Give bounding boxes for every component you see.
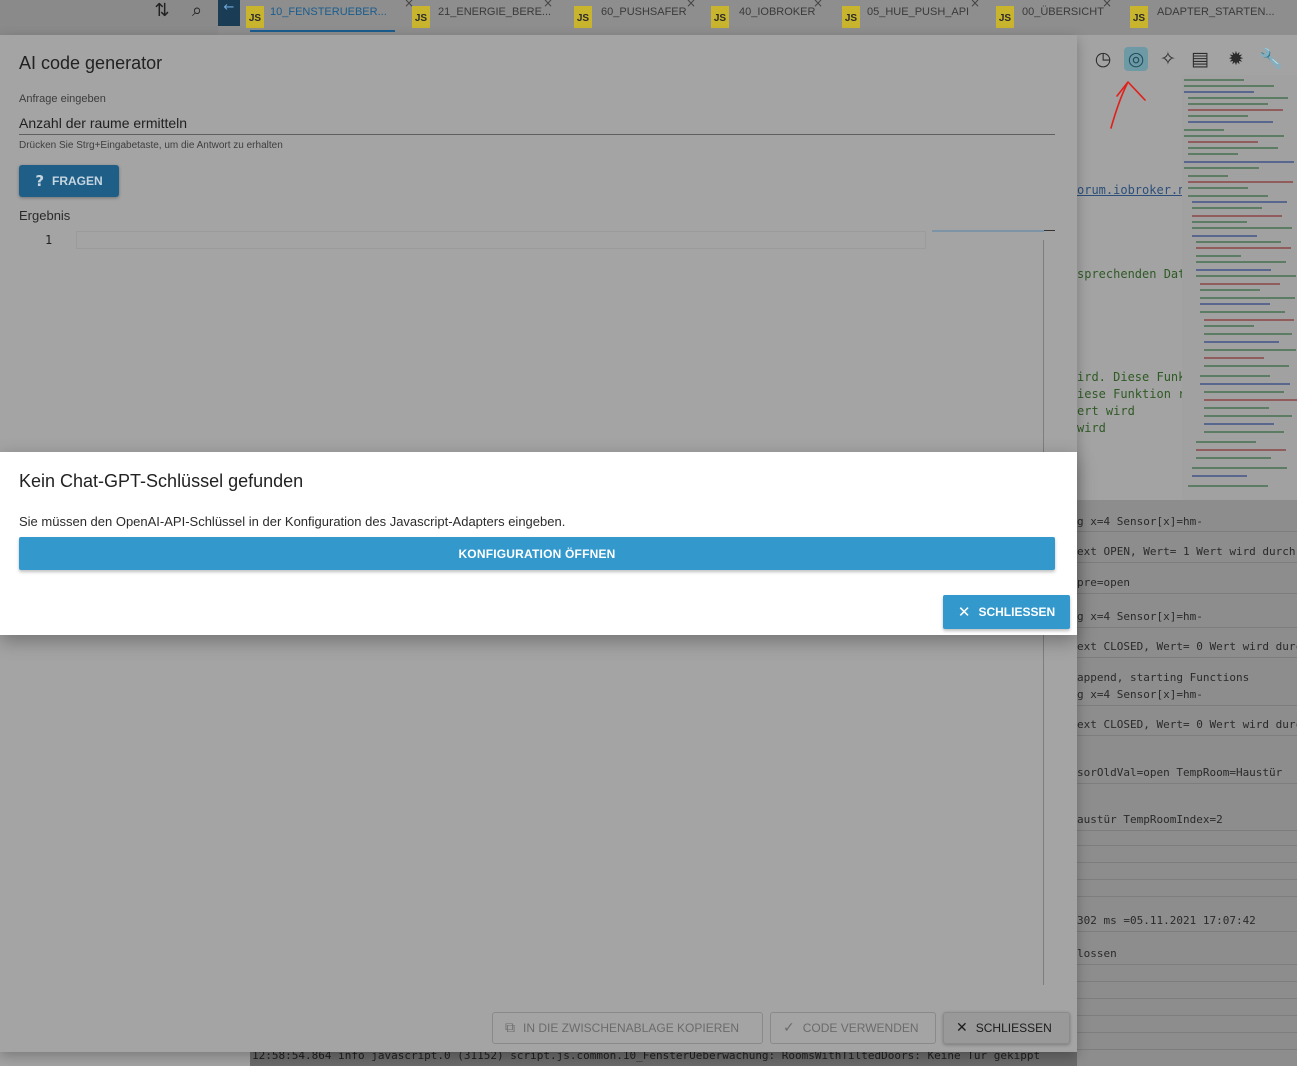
- close-icon: ✕: [957, 603, 971, 621]
- copy-button-label: IN DIE ZWISCHENABLAGE KOPIEREN: [523, 1021, 740, 1035]
- request-label: Anfrage eingeben: [19, 93, 106, 105]
- wrench-icon[interactable]: 🔧: [1259, 47, 1283, 71]
- use-code-button-label: CODE VERWENDEN: [802, 1021, 919, 1035]
- js-file-icon: JS: [711, 6, 729, 28]
- log-line: pre=open: [1077, 576, 1130, 589]
- request-input[interactable]: [19, 111, 1055, 135]
- log-line: ext CLOSED, Wert= 0 Wert wird durch: [1077, 718, 1297, 731]
- log-line: ext CLOSED, Wert= 0 Wert wird durch: [1077, 640, 1297, 653]
- copy-to-clipboard-button[interactable]: ⧉ IN DIE ZWISCHENABLAGE KOPIEREN: [492, 1012, 763, 1044]
- close-tab-icon[interactable]: ×: [543, 0, 553, 10]
- copy-icon: ⧉: [505, 1020, 515, 1036]
- log-line: g x=4 Sensor[x]=hm-: [1077, 515, 1203, 528]
- alert-message: Sie müssen den OpenAI-API-Schlüssel in d…: [19, 514, 566, 529]
- log-line: 302 ms =05.11.2021 17:07:42: [1077, 914, 1256, 927]
- log-panel: g x=4 Sensor[x]=hm- ext OPEN, Wert= 1 We…: [1077, 500, 1297, 1066]
- search-icon[interactable]: ⌕: [185, 0, 209, 24]
- open-configuration-button[interactable]: KONFIGURATION ÖFFNEN: [19, 537, 1055, 570]
- tab-40-iobroker[interactable]: JS 40_IOBROKER ×: [705, 0, 825, 35]
- tab-label: 00_ÜBERSICHT: [1022, 6, 1104, 18]
- tab-00-uebersicht[interactable]: JS 00_ÜBERSICHT ×: [990, 0, 1120, 35]
- tab-label: 40_IOBROKER: [739, 6, 816, 18]
- ask-button[interactable]: ? FRAGEN: [19, 165, 119, 197]
- js-file-icon: JS: [842, 6, 860, 28]
- close-tab-icon[interactable]: ×: [686, 0, 696, 10]
- tab-21-energie[interactable]: JS 21_ENERGIE_BERE... ×: [406, 0, 553, 35]
- use-code-button[interactable]: ✓ CODE VERWENDEN: [770, 1012, 936, 1044]
- clock-icon[interactable]: ◷: [1091, 47, 1115, 71]
- js-file-icon: JS: [1130, 6, 1148, 28]
- code-line: sprechenden Dat: [1077, 267, 1186, 281]
- annotation-arrow-icon: [1110, 81, 1146, 129]
- log-line: lossen: [1077, 947, 1117, 960]
- log-line: ext OPEN, Wert= 1 Wert wird durch: [1077, 545, 1296, 558]
- js-file-icon: JS: [412, 6, 430, 28]
- question-mark-icon: ?: [35, 172, 45, 190]
- tab-label: ADAPTER_STARTEN...: [1157, 6, 1275, 18]
- tab-10-fensterueber[interactable]: JS 10_FENSTERUEBER... ×: [240, 0, 414, 35]
- code-editor-visible-slice: orum.iobroker.n sprechenden Dat ird. Die…: [1077, 85, 1186, 500]
- tab-05-hue-push-api[interactable]: JS 05_HUE_PUSH_API ×: [836, 0, 980, 35]
- js-file-icon: JS: [996, 6, 1014, 28]
- tab-label: 21_ENERGIE_BERE...: [438, 6, 552, 18]
- tab-label: 60_PUSHSAFER: [601, 6, 687, 18]
- active-tab-indicator: [250, 30, 395, 32]
- openai-icon[interactable]: ◎: [1124, 47, 1148, 71]
- tab-60-pushsafer[interactable]: JS 60_PUSHSAFER ×: [568, 0, 698, 35]
- close-tab-icon[interactable]: ×: [970, 0, 980, 10]
- code-minimap[interactable]: [1182, 75, 1297, 500]
- left-toolbar: ⇅ ⌕: [0, 0, 218, 35]
- close-ai-dialog-button[interactable]: ✕ SCHLIESSEN: [943, 1012, 1070, 1044]
- code-line: wird: [1077, 421, 1106, 435]
- clipboard-icon[interactable]: ▤: [1188, 47, 1212, 71]
- bug-icon[interactable]: ✹: [1224, 47, 1248, 71]
- log-line: austür TempRoomIndex=2: [1077, 813, 1223, 826]
- top-bar: ⇅ ⌕ ← JS 10_FENSTERUEBER... × JS 21_ENER…: [0, 0, 1297, 35]
- sparkle-icon[interactable]: ✧: [1156, 47, 1180, 71]
- tab-label: 05_HUE_PUSH_API: [867, 6, 970, 18]
- tab-label: 10_FENSTERUEBER...: [270, 6, 387, 18]
- check-icon: ✓: [783, 1020, 795, 1036]
- close-icon: ✕: [956, 1020, 968, 1036]
- close-tab-icon[interactable]: ×: [1102, 0, 1112, 10]
- editor-scroll-tick: [1044, 230, 1055, 231]
- code-line: ert wird: [1077, 404, 1135, 418]
- sort-icon[interactable]: ⇅: [150, 0, 174, 24]
- log-line: g x=4 Sensor[x]=hm-: [1077, 688, 1203, 701]
- alert-title: Kein Chat-GPT-Schlüssel gefunden: [19, 471, 304, 491]
- ask-button-label: FRAGEN: [52, 174, 103, 188]
- line-number: 1: [45, 233, 53, 247]
- js-file-icon: JS: [574, 6, 592, 28]
- dialog-title: AI code generator: [19, 53, 163, 73]
- code-line: iese Funktion r: [1077, 387, 1186, 401]
- script-tabs: JS 10_FENSTERUEBER... × JS 21_ENERGIE_BE…: [218, 0, 1297, 35]
- request-helper-text: Drücken Sie Strg+Eingabetaste, um die An…: [19, 140, 283, 151]
- log-line: append, starting Functions: [1077, 671, 1250, 684]
- result-label: Ergebnis: [19, 208, 71, 223]
- code-line: orum.iobroker.n: [1077, 183, 1186, 197]
- code-line: ird. Diese Funk: [1077, 370, 1186, 384]
- close-alert-button[interactable]: ✕ SCHLIESSEN: [943, 595, 1070, 629]
- close-tab-icon[interactable]: ×: [813, 0, 823, 10]
- log-line: sorOldVal=open TempRoom=Haustür: [1077, 766, 1283, 779]
- close-alert-label: SCHLIESSEN: [978, 605, 1056, 619]
- current-line-highlight: [76, 231, 926, 249]
- close-button-label: SCHLIESSEN: [975, 1021, 1052, 1035]
- tab-adapter-starten[interactable]: JS ADAPTER_STARTEN...: [1124, 0, 1297, 35]
- log-line: g x=4 Sensor[x]=hm-: [1077, 610, 1203, 623]
- editor-scroll-indicator: [932, 230, 1044, 232]
- missing-key-dialog: Kein Chat-GPT-Schlüssel gefunden Sie müs…: [0, 452, 1077, 635]
- js-file-icon: JS: [246, 6, 264, 28]
